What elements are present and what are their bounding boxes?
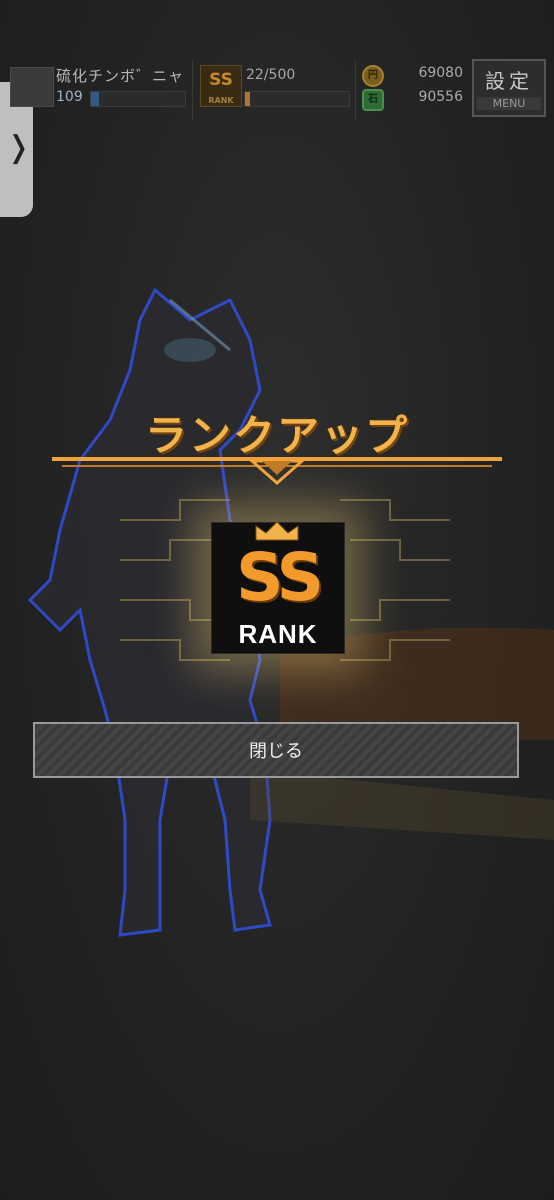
coin-value: 69080: [418, 65, 463, 81]
close-button[interactable]: 閉じる: [33, 722, 519, 778]
rank-icon: SS RANK: [200, 65, 242, 107]
rank-progress-bar: [244, 91, 350, 107]
menu-kanji: 設定: [485, 69, 533, 93]
rank-progress-text: 22/500: [246, 67, 296, 83]
status-bar: 硫化チンボ゛ニャ 109 SS RANK 22/500 円 69080 石 90…: [0, 55, 554, 125]
rank-icon-text: SS: [209, 70, 233, 90]
menu-label: MENU: [477, 97, 541, 110]
player-name: 硫化チンボ゛ニャ: [56, 67, 185, 85]
divider: [355, 60, 356, 120]
avatar[interactable]: [10, 67, 54, 107]
player-level: 109: [56, 89, 83, 105]
level-progress-fill: [91, 92, 99, 106]
gem-icon: 石: [362, 89, 384, 111]
level-progress-bar: [90, 91, 186, 107]
chevron-right-icon: ❭: [6, 130, 32, 165]
rank-icon-sub: RANK: [208, 96, 234, 105]
divider: [192, 60, 193, 120]
coin-icon: 円: [362, 65, 384, 87]
crown-icon: [255, 521, 299, 541]
badge-letters: SS: [235, 539, 324, 616]
gem-value: 90556: [418, 89, 463, 105]
menu-button[interactable]: 設定 MENU: [472, 59, 546, 117]
badge-rank-label: RANK: [238, 619, 318, 649]
rank-progress-fill: [245, 92, 250, 106]
rankup-title: ランクアップ: [144, 411, 409, 460]
